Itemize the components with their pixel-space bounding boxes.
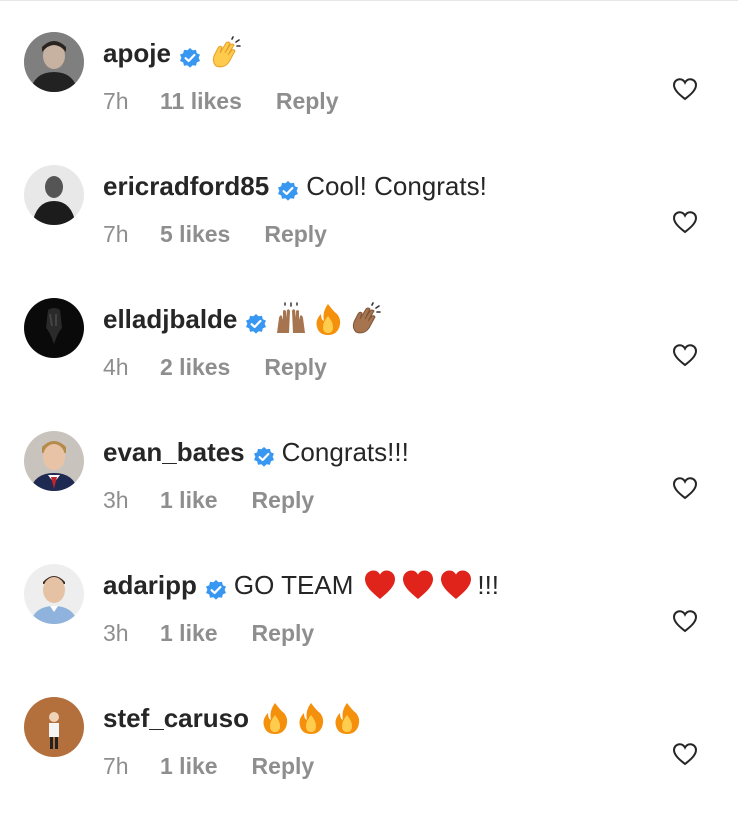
likes-count[interactable]: 11 likes <box>160 88 242 115</box>
comment-text: Congrats!!! <box>281 437 409 467</box>
comment-item: stef_caruso 7h 1 like Reply <box>0 687 738 819</box>
comment-username[interactable]: adaripp <box>103 568 197 602</box>
comment-username[interactable]: apoje <box>103 36 171 70</box>
avatar[interactable] <box>24 298 84 358</box>
fire-emoji <box>259 701 295 735</box>
comment-timestamp: 7h <box>103 220 129 247</box>
heart-outline-icon[interactable] <box>672 210 698 234</box>
red-heart-emoji <box>363 568 401 602</box>
verified-badge-icon <box>253 442 275 467</box>
red-heart-emoji <box>439 568 477 602</box>
likes-count[interactable]: 1 like <box>160 487 218 514</box>
red-heart-emoji <box>401 568 439 602</box>
likes-count[interactable]: 1 like <box>160 620 218 647</box>
reply-button[interactable]: Reply <box>252 487 315 514</box>
comment-username[interactable]: stef_caruso <box>103 701 249 735</box>
avatar[interactable] <box>24 697 84 757</box>
reply-button[interactable]: Reply <box>276 88 339 115</box>
likes-count[interactable]: 5 likes <box>160 221 230 248</box>
avatar[interactable] <box>24 564 84 624</box>
fire-emoji <box>331 701 367 735</box>
heart-outline-icon[interactable] <box>672 609 698 633</box>
verified-badge-icon <box>245 309 267 334</box>
comment-timestamp: 4h <box>103 353 129 380</box>
comment-username[interactable]: evan_bates <box>103 435 245 469</box>
comment-text: Cool! Congrats! <box>306 171 487 201</box>
comment-item: elladjbalde 4h 2 likes Reply <box>0 288 738 420</box>
reply-button[interactable]: Reply <box>264 221 327 248</box>
comment-item: evan_bates Congrats!!! 3h 1 like Reply <box>0 421 738 553</box>
top-divider <box>0 0 738 1</box>
reply-button[interactable]: Reply <box>252 753 315 780</box>
reply-button[interactable]: Reply <box>252 620 315 647</box>
verified-badge-icon <box>277 176 299 201</box>
avatar[interactable] <box>24 32 84 92</box>
likes-count[interactable]: 2 likes <box>160 354 230 381</box>
verified-badge-icon <box>179 43 201 68</box>
raising-hands-emoji <box>274 302 312 336</box>
heart-outline-icon[interactable] <box>672 77 698 101</box>
comment-item: adaripp GO TEAM !!! 3h 1 like Reply <box>0 554 738 686</box>
reply-button[interactable]: Reply <box>264 354 327 381</box>
verified-badge-icon <box>205 575 227 600</box>
comment-timestamp: 3h <box>103 486 129 513</box>
comment-item: apoje 7h 11 likes Reply <box>0 22 738 154</box>
heart-outline-icon[interactable] <box>672 476 698 500</box>
comment-text-suffix: !!! <box>477 570 500 600</box>
comment-item: ericradford85 Cool! Congrats! 7h 5 likes… <box>0 155 738 287</box>
comment-text: GO TEAM <box>233 570 354 600</box>
comment-username[interactable]: ericradford85 <box>103 169 269 203</box>
heart-outline-icon[interactable] <box>672 343 698 367</box>
fire-emoji <box>312 302 348 336</box>
comment-timestamp: 7h <box>103 87 129 114</box>
comment-timestamp: 7h <box>103 752 129 779</box>
clap-emoji <box>348 302 386 336</box>
heart-outline-icon[interactable] <box>672 742 698 766</box>
comment-timestamp: 3h <box>103 619 129 646</box>
clap-emoji <box>208 36 246 70</box>
comment-username[interactable]: elladjbalde <box>103 302 237 336</box>
avatar[interactable] <box>24 431 84 491</box>
fire-emoji <box>295 701 331 735</box>
likes-count[interactable]: 1 like <box>160 753 218 780</box>
avatar[interactable] <box>24 165 84 225</box>
